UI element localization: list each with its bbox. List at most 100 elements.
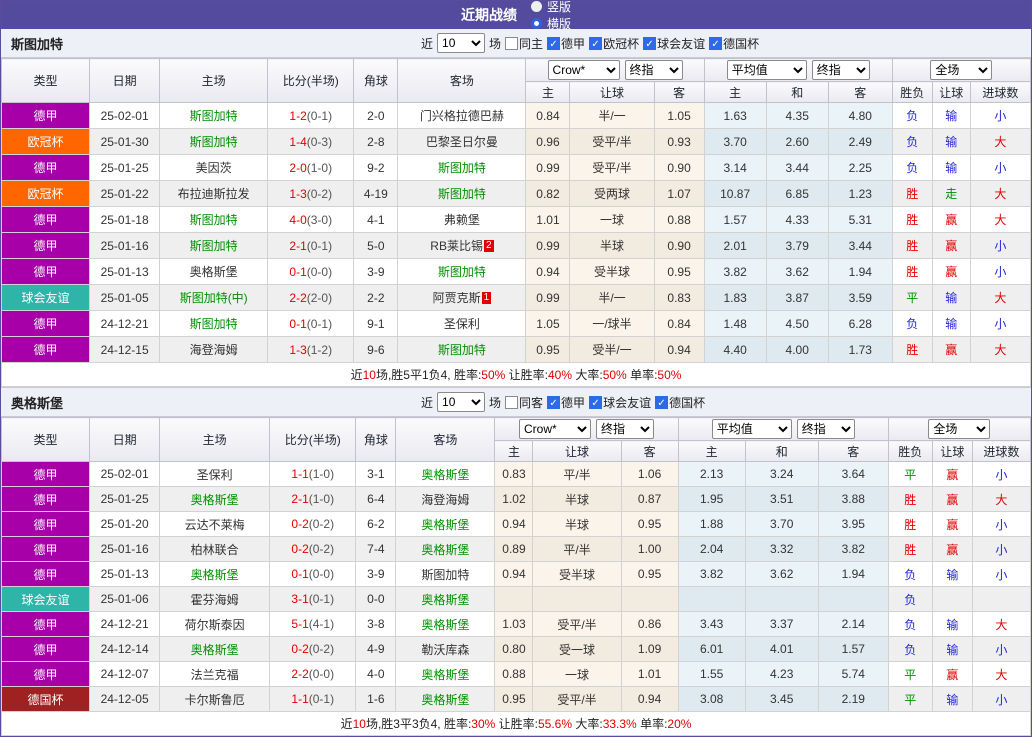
away-team-name[interactable]: 奥格斯堡 bbox=[421, 468, 469, 482]
result-text: 大 bbox=[994, 135, 1007, 149]
league-cell: 德甲 bbox=[1, 661, 91, 687]
odds-cell: 3.62 bbox=[744, 561, 819, 587]
odds-cell: 1.02 bbox=[494, 486, 534, 512]
same-venue-checkbox[interactable] bbox=[505, 395, 519, 409]
away-team-name[interactable]: 斯图加特 bbox=[438, 265, 486, 279]
league-checkbox-checked-icon[interactable]: ✓ bbox=[547, 395, 561, 409]
away-team-name[interactable]: 海登海姆 bbox=[421, 493, 469, 507]
same-venue-filter[interactable]: 同客 bbox=[505, 394, 543, 411]
league-checkbox-checked-icon[interactable]: ✓ bbox=[655, 395, 669, 409]
final-odds-select-2[interactable]: 终指 bbox=[796, 419, 855, 439]
away-team-name[interactable]: 奥格斯堡 bbox=[421, 593, 469, 607]
away-team-name[interactable]: 圣保利 bbox=[444, 317, 480, 331]
odds-cell: 0.99 bbox=[525, 154, 571, 181]
final-odds-select-2[interactable]: 终指 bbox=[811, 60, 870, 80]
home-team-name[interactable]: 斯图加特(中) bbox=[180, 291, 248, 305]
home-team-name[interactable]: 卡尔斯鲁厄 bbox=[185, 693, 245, 707]
league-filter[interactable]: ✓ 德国杯 bbox=[655, 394, 705, 411]
away-team-name[interactable]: 弗赖堡 bbox=[444, 213, 480, 227]
away-team-name[interactable]: 斯图加特 bbox=[438, 343, 486, 357]
league-checkbox-checked-icon[interactable]: ✓ bbox=[589, 395, 603, 409]
score-cell: 1-3(0-2) bbox=[267, 180, 355, 207]
win-loss-cell: 负 bbox=[887, 636, 933, 662]
date-cell: 24-12-07 bbox=[89, 661, 161, 687]
home-team-name[interactable]: 荷尔斯泰因 bbox=[185, 618, 245, 632]
header-row-top: 类型 日期 主场 比分(半场) 角球 客场 Crow* 终指 平均值 终指 全场 bbox=[1, 58, 1031, 103]
home-team-name[interactable]: 斯图加特 bbox=[190, 317, 238, 331]
league-checkbox-checked-icon[interactable]: ✓ bbox=[589, 36, 603, 50]
league-filter[interactable]: ✓ 德国杯 bbox=[709, 35, 759, 52]
table-row: 德甲 24-12-07 法兰克福 2-2(0-0) 4-0 奥格斯堡 0.88 一球 1.01 1… bbox=[1, 661, 1031, 687]
bookmaker-select[interactable]: Crow* bbox=[547, 60, 620, 80]
same-venue-checkbox[interactable] bbox=[505, 36, 519, 50]
away-team-name[interactable]: RB莱比锡 bbox=[430, 239, 483, 253]
summary-segment: 单率: bbox=[626, 368, 658, 382]
league-checkbox-checked-icon[interactable]: ✓ bbox=[709, 36, 723, 50]
date-cell: 25-01-18 bbox=[89, 206, 161, 233]
home-team-name[interactable]: 云达不莱梅 bbox=[185, 518, 245, 532]
away-team-name[interactable]: 奥格斯堡 bbox=[421, 543, 469, 557]
result-text: 小 bbox=[994, 109, 1007, 123]
score-cell: 0-1(0-0) bbox=[267, 258, 355, 285]
home-team-name[interactable]: 海登海姆 bbox=[190, 343, 238, 357]
bookmaker-select[interactable]: Crow* bbox=[519, 419, 592, 439]
home-team-name[interactable]: 布拉迪斯拉发 bbox=[178, 187, 250, 201]
radio-icon[interactable] bbox=[530, 18, 542, 29]
home-team-name[interactable]: 霍芬海姆 bbox=[191, 593, 239, 607]
odds-cell: 0.83 bbox=[653, 284, 705, 311]
view-option-vertical[interactable]: 竖版 bbox=[530, 1, 571, 15]
away-team-name[interactable]: 斯图加特 bbox=[421, 568, 469, 582]
away-team-name[interactable]: 巴黎圣日尔曼 bbox=[426, 135, 498, 149]
home-team-name[interactable]: 斯图加特 bbox=[190, 135, 238, 149]
league-checkbox-checked-icon[interactable]: ✓ bbox=[547, 36, 561, 50]
away-team-name[interactable]: 奥格斯堡 bbox=[421, 668, 469, 682]
final-odds-select[interactable]: 终指 bbox=[624, 60, 683, 80]
recent-count-select[interactable]: 10 bbox=[437, 392, 486, 412]
same-venue-filter[interactable]: 同主 bbox=[505, 35, 543, 52]
odds-cell: 1.57 bbox=[817, 636, 889, 662]
home-team-name[interactable]: 法兰克福 bbox=[191, 668, 239, 682]
league-filter[interactable]: ✓ 欧冠杯 bbox=[589, 35, 639, 52]
recent-count-select[interactable]: 10 bbox=[437, 33, 486, 53]
home-team-name[interactable]: 美因茨 bbox=[196, 161, 232, 175]
away-team-name[interactable]: 奥格斯堡 bbox=[421, 618, 469, 632]
home-team-name[interactable]: 奥格斯堡 bbox=[190, 265, 238, 279]
match-scope-select[interactable]: 全场 bbox=[928, 419, 991, 439]
away-team-name[interactable]: 斯图加特 bbox=[438, 187, 486, 201]
radio-icon[interactable] bbox=[530, 1, 542, 12]
scope-dropdown-group: 全场 bbox=[889, 419, 1030, 439]
away-team-name[interactable]: 门兴格拉德巴赫 bbox=[420, 109, 504, 123]
goals-result-cell: 小 bbox=[969, 258, 1031, 285]
home-team-name[interactable]: 奥格斯堡 bbox=[191, 493, 239, 507]
dropdown-group-cell: Crow* 终指 bbox=[525, 58, 705, 82]
goals-result-cell: 大 bbox=[969, 180, 1031, 207]
halftime-score: (0-0) bbox=[308, 567, 335, 581]
table-row: 德甲 25-01-20 云达不莱梅 0-2(0-2) 6-2 奥格斯堡 0.94 半球 0.95… bbox=[1, 511, 1031, 537]
average-select[interactable]: 平均值 bbox=[726, 60, 807, 80]
final-odds-select[interactable]: 终指 bbox=[596, 419, 655, 439]
away-team-name[interactable]: 奥格斯堡 bbox=[421, 518, 469, 532]
home-team-name[interactable]: 柏林联合 bbox=[191, 543, 239, 557]
sub-column-header: 主 bbox=[525, 81, 571, 103]
home-team-name[interactable]: 斯图加特 bbox=[190, 213, 238, 227]
home-team-name[interactable]: 奥格斯堡 bbox=[191, 568, 239, 582]
away-team-name[interactable]: 奥格斯堡 bbox=[421, 693, 469, 707]
league-filter[interactable]: ✓ 德甲 bbox=[547, 394, 585, 411]
away-team-name[interactable]: 阿贾克斯 bbox=[433, 291, 481, 305]
odds-cell: 0.88 bbox=[653, 206, 705, 233]
table-row: 德国杯 24-12-05 卡尔斯鲁厄 1-1(0-1) 1-6 奥格斯堡 0.95 受平/半 0… bbox=[1, 686, 1031, 712]
handicap-result-cell: 输 bbox=[931, 611, 973, 637]
league-filter[interactable]: ✓ 球会友谊 bbox=[643, 35, 705, 52]
league-filter[interactable]: ✓ 球会友谊 bbox=[589, 394, 651, 411]
league-filter[interactable]: ✓ 德甲 bbox=[547, 35, 585, 52]
league-checkbox-checked-icon[interactable]: ✓ bbox=[643, 36, 657, 50]
average-select[interactable]: 平均值 bbox=[711, 419, 792, 439]
home-team-name[interactable]: 奥格斯堡 bbox=[191, 643, 239, 657]
away-team-name[interactable]: 斯图加特 bbox=[438, 161, 486, 175]
match-scope-select[interactable]: 全场 bbox=[930, 60, 993, 80]
home-team-name[interactable]: 斯图加特 bbox=[190, 239, 238, 253]
table-row: 德甲 25-01-13 奥格斯堡 0-1(0-0) 3-9 斯图加特 0.94 受半球 0.95… bbox=[1, 258, 1031, 285]
home-team-name[interactable]: 圣保利 bbox=[197, 468, 233, 482]
away-team-name[interactable]: 勒沃库森 bbox=[421, 643, 469, 657]
home-team-name[interactable]: 斯图加特 bbox=[190, 109, 238, 123]
